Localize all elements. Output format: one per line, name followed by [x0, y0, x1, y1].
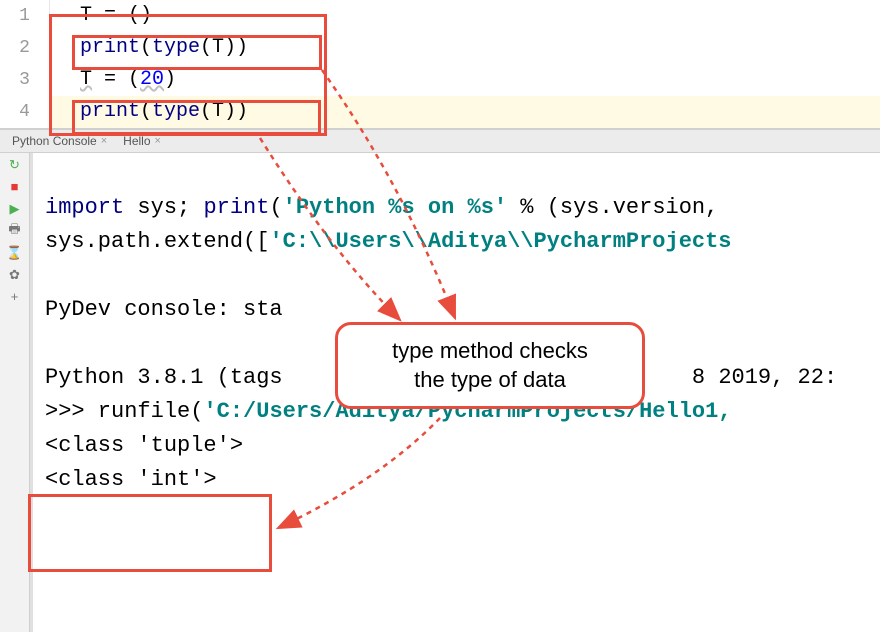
console-text: 'Python %s on %s'	[283, 195, 507, 220]
console-text: % (sys.version,	[507, 195, 731, 220]
line-number: 4	[0, 96, 50, 128]
console-text: PyDev console: sta	[45, 297, 283, 322]
code-line[interactable]: 3 T = (20)	[0, 64, 880, 96]
code-line-active[interactable]: 4 print(type(T))	[0, 96, 880, 128]
tab-label: Hello	[123, 134, 150, 148]
code-text: T = ()	[50, 0, 152, 32]
console-text: 'C:\\Users\\Aditya\\PycharmProjects	[269, 229, 731, 254]
rerun-icon[interactable]: ↻	[7, 157, 23, 173]
callout-text: type method checks	[358, 337, 622, 366]
console-text: <class 'int'>	[45, 467, 217, 492]
console-text: 8 2019, 22:	[692, 365, 837, 390]
close-icon[interactable]: ×	[101, 135, 107, 147]
settings-icon[interactable]: ✿	[7, 267, 23, 283]
code-editor[interactable]: 1 T = () 2 print(type(T)) 3 T = (20) 4 p…	[0, 0, 880, 129]
console-text: >>> runfile(	[45, 399, 203, 424]
tab-hello[interactable]: Hello ×	[115, 132, 169, 150]
console-text: Python 3.8.1 (tags	[45, 365, 283, 390]
console-tabs: Python Console × Hello ×	[0, 129, 880, 153]
line-number: 1	[0, 0, 50, 32]
play-icon[interactable]: ▶	[7, 201, 23, 217]
console-text: <class 'tuple'>	[45, 433, 243, 458]
tab-label: Python Console	[12, 134, 97, 148]
code-text: T = (20)	[50, 64, 176, 96]
print-icon[interactable]: 🖶	[7, 223, 23, 239]
close-icon[interactable]: ×	[155, 135, 161, 147]
annotation-callout: type method checks the type of data	[335, 322, 645, 409]
code-line[interactable]: 1 T = ()	[0, 0, 880, 32]
add-icon[interactable]: +	[7, 289, 23, 305]
console-toolbar: ↻ ■ ▶ 🖶 ⌛ ✿ +	[0, 153, 30, 632]
console-text: sys.path.extend([	[45, 229, 269, 254]
line-number: 2	[0, 32, 50, 64]
console-text: import	[45, 195, 124, 220]
line-number: 3	[0, 64, 50, 96]
code-text: print(type(T))	[50, 32, 248, 64]
console-text: sys;	[124, 195, 203, 220]
stop-icon[interactable]: ■	[7, 179, 23, 195]
callout-text: the type of data	[358, 366, 622, 395]
code-text: print(type(T))	[50, 96, 248, 128]
tab-python-console[interactable]: Python Console ×	[4, 132, 115, 150]
code-line[interactable]: 2 print(type(T))	[0, 32, 880, 64]
console-text: print	[203, 195, 269, 220]
console-text: (	[269, 195, 282, 220]
history-icon[interactable]: ⌛	[7, 245, 23, 261]
